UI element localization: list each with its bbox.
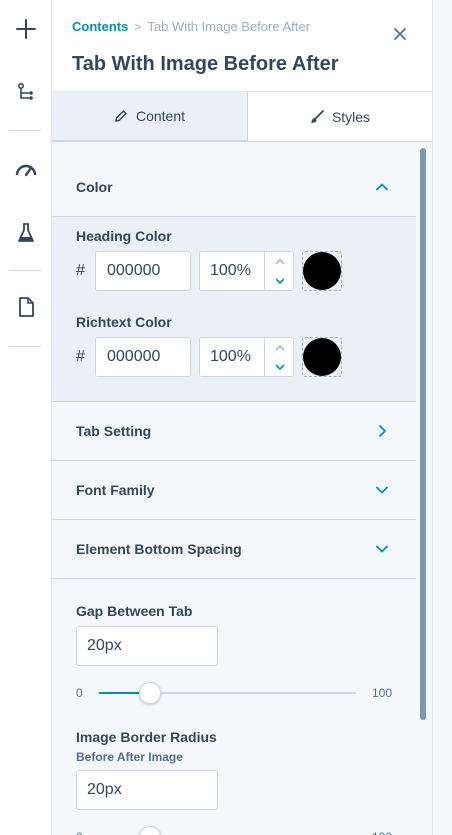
heading-color-hash: # (76, 262, 85, 279)
right-edge-strip (432, 0, 452, 835)
document-icon[interactable] (0, 289, 52, 325)
section-tab-setting-label: Tab Setting (76, 423, 152, 439)
section-color-header[interactable]: Color (52, 158, 416, 217)
radius-slider-min: 0 (76, 830, 83, 835)
breadcrumb-separator: > (134, 19, 142, 34)
tab-styles[interactable]: Styles (248, 92, 432, 141)
richtext-color-opacity-value: 100% (210, 348, 251, 365)
gap-slider-handle[interactable] (139, 682, 162, 704)
panel-tabs: Content Styles (52, 92, 432, 141)
section-tab-setting-header[interactable]: Tab Setting (52, 402, 416, 461)
heading-color-swatch[interactable] (302, 251, 342, 291)
image-border-radius-sublabel: Before After Image (76, 750, 183, 764)
gap-between-tab-input[interactable]: 20px (76, 626, 218, 666)
breadcrumb-contents-link[interactable]: Contents (72, 19, 128, 34)
richtext-color-hex-input[interactable]: 000000 (95, 337, 191, 377)
heading-color-opacity-stepper (264, 252, 294, 290)
close-icon (394, 28, 406, 40)
heading-color-opacity-value: 100% (210, 262, 251, 279)
styles-panel: Contents > Tab With Image Before After T… (52, 0, 432, 835)
rail-divider (9, 346, 41, 347)
pencil-icon (115, 110, 127, 122)
chevron-down-icon (376, 486, 388, 494)
gap-between-tab-label: Gap Between Tab (76, 603, 193, 619)
tab-styles-label: Styles (331, 108, 371, 125)
tab-content[interactable]: Content (52, 92, 248, 141)
image-border-radius-input[interactable]: 20px (76, 770, 218, 810)
breadcrumb: Contents > Tab With Image Before After (72, 19, 310, 34)
heading-color-label: Heading Color (76, 228, 172, 244)
richtext-color-dot (303, 338, 341, 376)
chevron-down-icon (376, 545, 388, 553)
radius-slider-handle[interactable] (139, 826, 162, 835)
gap-slider-max: 100 (372, 686, 393, 700)
chevron-right-icon (379, 425, 386, 437)
heading-color-dot (303, 252, 341, 290)
styles-content: Color Heading Color # 000000 100% Richte… (52, 141, 432, 835)
page-title: Tab With Image Before After (72, 53, 339, 75)
image-border-radius-label: Image Border Radius (76, 729, 217, 745)
add-icon[interactable] (0, 11, 52, 47)
left-toolbar (0, 0, 52, 835)
chevron-up-icon (376, 183, 388, 191)
section-font-family-label: Font Family (76, 482, 155, 498)
chevron-down-icon (274, 277, 285, 284)
richtext-color-hash: # (76, 348, 85, 365)
opacity-decrement-button[interactable] (265, 271, 294, 290)
chevron-down-icon (274, 363, 285, 370)
richtext-color-swatch[interactable] (302, 337, 342, 377)
gauge-icon[interactable] (0, 152, 52, 188)
section-color-label: Color (76, 179, 113, 195)
chevron-up-icon (275, 258, 284, 264)
richtext-color-opacity-stepper (264, 338, 294, 376)
heading-color-hex-input[interactable]: 000000 (95, 251, 191, 291)
rail-divider (9, 270, 41, 271)
gap-slider-min: 0 (76, 686, 83, 700)
richtext-color-label: Richtext Color (76, 314, 172, 330)
chevron-up-icon (275, 344, 284, 350)
close-button[interactable] (388, 22, 412, 46)
flask-icon[interactable] (0, 215, 52, 251)
section-font-family-header[interactable]: Font Family (52, 461, 416, 520)
rail-divider (9, 130, 41, 131)
brush-icon (310, 109, 324, 123)
opacity-decrement-button[interactable] (265, 357, 294, 376)
panel-header: Contents > Tab With Image Before After T… (52, 0, 432, 92)
radius-slider-max: 100 (372, 830, 392, 835)
gap-between-tab-slider[interactable] (99, 692, 356, 694)
section-color-body: Heading Color # 000000 100% Richtext Col… (52, 217, 416, 402)
opacity-increment-button[interactable] (265, 252, 294, 271)
opacity-increment-button[interactable] (265, 338, 294, 357)
tree-icon[interactable] (0, 74, 52, 110)
section-element-bottom-spacing-header[interactable]: Element Bottom Spacing (52, 520, 416, 579)
section-element-bottom-spacing-label: Element Bottom Spacing (76, 541, 242, 557)
breadcrumb-current: Tab With Image Before After (147, 19, 310, 34)
panel-scrollbar[interactable] (420, 148, 426, 720)
tab-content-label: Content (135, 108, 186, 124)
